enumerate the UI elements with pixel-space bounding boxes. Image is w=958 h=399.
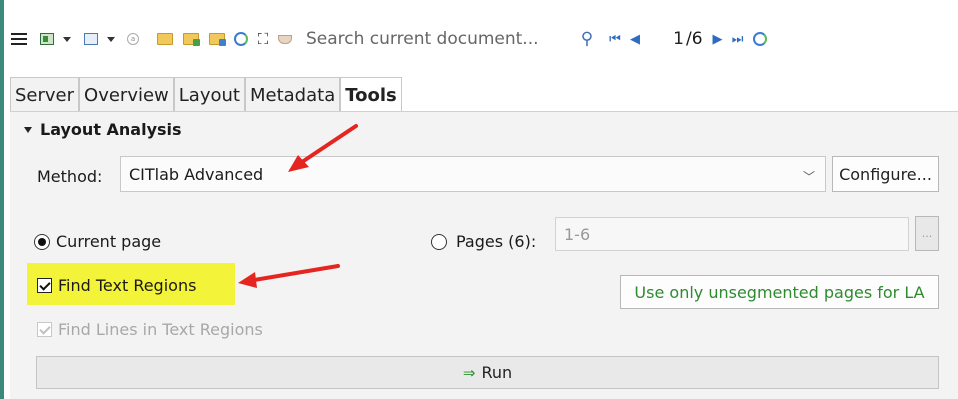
binoculars-icon[interactable]: ⛶ <box>252 25 274 53</box>
folder-open-icon[interactable] <box>152 25 178 53</box>
expand-triangle-icon[interactable] <box>24 126 32 133</box>
pages-radio[interactable] <box>431 233 447 250</box>
folder-blue-icon[interactable] <box>204 25 230 53</box>
unsegmented-pages-button[interactable]: Use only unsegmented pages for LA <box>620 275 939 309</box>
cup-icon[interactable] <box>274 25 296 53</box>
previous-page-icon[interactable]: ◀ <box>626 25 644 53</box>
pages-range-input[interactable] <box>555 217 909 251</box>
page-number-input[interactable] <box>652 25 686 53</box>
pages-radio-row[interactable]: Pages (6): <box>431 232 536 251</box>
sync-icon[interactable] <box>230 25 252 53</box>
image-icon[interactable] <box>36 25 58 53</box>
chevron-down-icon[interactable] <box>102 25 120 53</box>
tab-tools[interactable]: Tools <box>340 77 402 112</box>
toolbar: a ⛶ ⚲ ⏮ ◀ /6 ▶ ⏭ <box>8 0 958 78</box>
menu-icon[interactable] <box>8 25 30 53</box>
method-select[interactable]: CITlab Advanced ﹀ <box>120 156 826 192</box>
window-frame-edge <box>0 0 4 399</box>
find-text-regions-checkbox[interactable] <box>37 278 52 293</box>
tools-panel: Layout Analysis Method: CITlab Advanced … <box>10 111 958 399</box>
pages-browse-button[interactable]: ... <box>915 216 939 251</box>
method-value: CITlab Advanced <box>129 164 264 184</box>
reload-icon[interactable] <box>749 25 771 53</box>
arrow-right-icon: ⇒ <box>462 363 476 382</box>
folder-green-icon[interactable] <box>178 25 204 53</box>
chevron-down-icon[interactable] <box>58 25 76 53</box>
last-page-icon[interactable]: ⏭ <box>727 25 749 53</box>
current-page-label: Current page <box>56 232 162 251</box>
section-title: Layout Analysis <box>40 120 182 139</box>
section-layout-analysis[interactable]: Layout Analysis <box>24 120 182 139</box>
run-label: Run <box>481 363 513 382</box>
tab-server[interactable]: Server <box>10 77 80 112</box>
chevron-down-icon[interactable]: ﹀ <box>803 168 815 185</box>
page-total: /6 <box>686 29 703 49</box>
run-button[interactable]: ⇒ Run <box>36 356 939 389</box>
next-page-icon[interactable]: ▶ <box>709 25 727 53</box>
configure-button[interactable]: Configure... <box>832 156 939 192</box>
tab-overview[interactable]: Overview <box>79 77 174 112</box>
search-icon[interactable]: ⚲ <box>576 25 598 53</box>
find-lines-checkbox[interactable] <box>37 322 52 337</box>
current-page-radio-row[interactable]: Current page <box>34 232 161 251</box>
find-text-regions-row[interactable]: Find Text Regions <box>37 276 196 295</box>
find-lines-row[interactable]: Find Lines in Text Regions <box>37 320 263 339</box>
find-text-regions-label: Find Text Regions <box>58 276 197 295</box>
first-page-icon[interactable]: ⏮ <box>604 25 626 53</box>
current-page-radio[interactable] <box>34 233 50 250</box>
method-label: Method: <box>37 167 103 186</box>
tab-bar: Server Overview Layout Metadata Tools <box>10 77 402 112</box>
search-input[interactable] <box>304 23 576 55</box>
find-lines-label: Find Lines in Text Regions <box>58 320 263 339</box>
page-icon[interactable] <box>80 25 102 53</box>
info-icon[interactable]: a <box>122 25 144 53</box>
tab-metadata[interactable]: Metadata <box>244 77 341 112</box>
pages-label: Pages (6): <box>456 232 537 251</box>
tab-layout[interactable]: Layout <box>173 77 245 112</box>
